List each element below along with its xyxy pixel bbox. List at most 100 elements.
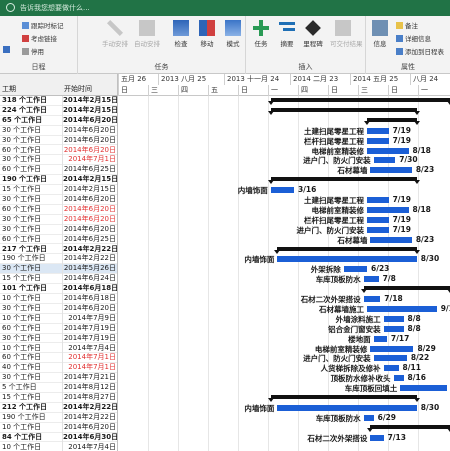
task-row[interactable]: 30 个工作日 2014年7月19日 [0, 333, 117, 344]
start-date-cell[interactable]: 2014年2月15日 [62, 105, 117, 116]
task-row[interactable]: 60 个工作日 2014年7月19日 [0, 323, 117, 334]
summary-task-row[interactable]: 65 个工作日 2014年6月20日 [0, 115, 117, 126]
duration-cell[interactable]: 10 个工作日 [0, 443, 60, 451]
duration-cell[interactable]: 190 个工作日 [0, 413, 60, 423]
duration-column-header[interactable]: 工期 [2, 84, 16, 94]
duration-cell[interactable]: 217 个工作日 [0, 245, 60, 255]
duration-cell[interactable]: 318 个工作日 [0, 96, 60, 106]
duration-cell[interactable]: 60 个工作日 [0, 146, 60, 156]
task-bar[interactable] [383, 315, 404, 322]
summary-task-row[interactable]: 318 个工作日 2014年2月15日 [0, 96, 117, 106]
tell-me-bar[interactable]: 告诉我您想要做什么... [0, 0, 450, 16]
duration-cell[interactable]: 30 个工作日 [0, 373, 60, 383]
summary-task-row[interactable]: 224 个工作日 2014年2月15日 [0, 105, 117, 116]
start-date-cell[interactable]: 2014年2月15日 [62, 96, 117, 106]
task-bar[interactable] [373, 335, 387, 342]
duration-cell[interactable]: 224 个工作日 [0, 106, 60, 116]
task-row[interactable]: 60 个工作日 2014年7月1日 [0, 353, 117, 364]
start-date-cell[interactable]: 2014年6月30日 [62, 432, 117, 443]
start-date-cell[interactable]: 2014年7月1日 [62, 155, 117, 166]
duration-cell[interactable]: 30 个工作日 [0, 155, 60, 165]
duration-cell[interactable]: 15 个工作日 [0, 185, 60, 195]
duration-cell[interactable]: 30 个工作日 [0, 126, 60, 136]
summary-bar[interactable] [270, 107, 417, 112]
task-bar[interactable] [277, 256, 417, 263]
summary-bar[interactable] [367, 117, 417, 122]
start-date-cell[interactable]: 2014年6月20日 [62, 135, 117, 146]
task-bar[interactable] [383, 325, 404, 332]
link-chain-icon[interactable] [3, 46, 12, 56]
task-row[interactable]: 10 个工作日 2014年6月18日 [0, 294, 117, 304]
duration-cell[interactable]: 30 个工作日 [0, 334, 60, 344]
start-date-cell[interactable]: 2014年6月25日 [62, 165, 117, 176]
mark-on-track-button[interactable]: 跟踪时标记 [22, 20, 64, 30]
manual-schedule-button[interactable]: 手动安排 [102, 20, 128, 48]
task-bar[interactable] [373, 157, 396, 164]
duration-cell[interactable]: 5 个工作日 [0, 383, 60, 393]
task-row[interactable]: 30 个工作日 2014年6月20日 [0, 214, 117, 225]
mode-button[interactable]: 模式 [220, 20, 246, 48]
summary-task-row[interactable]: 84 个工作日 2014年6月30日 [0, 432, 117, 443]
task-bar[interactable] [367, 147, 409, 154]
task-row[interactable]: 30 个工作日 2014年6月20日 [0, 195, 117, 205]
start-date-cell[interactable]: 2014年6月18日 [62, 284, 117, 294]
summary-bar[interactable] [370, 424, 450, 429]
start-date-cell[interactable]: 2014年7月1日 [62, 353, 117, 364]
summary-bar[interactable] [270, 395, 417, 399]
start-date-cell[interactable]: 2014年6月25日 [62, 234, 117, 245]
start-date-cell[interactable]: 2014年6月18日 [62, 294, 117, 304]
duration-cell[interactable]: 60 个工作日 [0, 165, 60, 175]
start-date-cell[interactable]: 2014年7月19日 [62, 333, 117, 344]
start-date-cell[interactable]: 2014年2月22日 [62, 402, 117, 413]
start-date-cell[interactable]: 2014年7月9日 [62, 313, 117, 324]
duration-cell[interactable]: 60 个工作日 [0, 205, 60, 215]
info-button[interactable]: 信息 [367, 20, 393, 48]
start-date-cell[interactable]: 2014年2月15日 [62, 175, 117, 186]
task-row[interactable]: 30 个工作日 2014年6月20日 [0, 125, 117, 136]
duration-cell[interactable]: 212 个工作日 [0, 403, 60, 413]
task-row[interactable]: 190 个工作日 2014年2月22日 [0, 254, 117, 265]
start-date-cell[interactable]: 2014年6月20日 [62, 115, 117, 126]
task-row[interactable]: 60 个工作日 2014年6月25日 [0, 234, 117, 245]
duration-cell[interactable]: 10 个工作日 [0, 294, 60, 304]
duration-cell[interactable]: 30 个工作日 [0, 136, 60, 146]
start-date-cell[interactable]: 2014年6月20日 [62, 214, 117, 225]
task-bar[interactable] [367, 206, 409, 213]
summary-task-row[interactable]: 212 个工作日 2014年2月22日 [0, 402, 117, 413]
task-bar[interactable] [367, 137, 389, 144]
inactivate-button[interactable]: 停用 [22, 46, 44, 56]
insert-deliverable-button[interactable]: 可交付结果 [330, 20, 363, 48]
start-date-cell[interactable]: 2014年8月27日 [62, 393, 117, 403]
duration-cell[interactable]: 10 个工作日 [0, 314, 60, 324]
task-row[interactable]: 30 个工作日 2014年7月21日 [0, 373, 117, 384]
start-date-cell[interactable]: 2014年6月20日 [62, 422, 117, 433]
start-date-cell[interactable]: 2014年6月20日 [62, 125, 117, 136]
move-button[interactable]: 移动 [194, 20, 220, 48]
start-date-cell[interactable]: 2014年7月4日 [62, 442, 117, 451]
start-date-cell[interactable]: 2014年2月22日 [62, 254, 117, 265]
task-row[interactable]: 60 个工作日 2014年6月20日 [0, 204, 117, 215]
start-date-cell[interactable]: 2014年2月22日 [62, 412, 117, 423]
duration-cell[interactable]: 101 个工作日 [0, 284, 60, 294]
task-bar[interactable] [363, 414, 374, 421]
task-row[interactable]: 15 个工作日 2014年6月24日 [0, 274, 117, 285]
duration-cell[interactable]: 10 个工作日 [0, 423, 60, 433]
start-date-cell[interactable]: 2014年6月20日 [62, 224, 117, 235]
duration-cell[interactable]: 60 个工作日 [0, 324, 60, 334]
start-date-cell[interactable]: 2014年7月4日 [62, 343, 117, 354]
duration-cell[interactable]: 190 个工作日 [0, 175, 60, 185]
task-bar[interactable] [370, 345, 414, 352]
task-row[interactable]: 30 个工作日 2014年5月26日 [0, 264, 117, 275]
task-bar[interactable] [370, 236, 412, 243]
details-button[interactable]: 详细信息 [396, 33, 431, 43]
summary-task-row[interactable]: 101 个工作日 2014年6月18日 [0, 284, 117, 294]
start-date-cell[interactable]: 2014年6月20日 [62, 204, 117, 215]
duration-cell[interactable]: 15 个工作日 [0, 393, 60, 403]
summary-bar[interactable] [277, 246, 417, 251]
start-date-cell[interactable]: 2014年2月22日 [62, 244, 117, 255]
task-row[interactable]: 60 个工作日 2014年6月20日 [0, 145, 117, 156]
task-row[interactable]: 5 个工作日 2014年8月12日 [0, 383, 117, 393]
summary-task-row[interactable]: 190 个工作日 2014年2月15日 [0, 175, 117, 186]
summary-bar[interactable] [270, 98, 450, 102]
task-bar[interactable] [393, 375, 404, 382]
